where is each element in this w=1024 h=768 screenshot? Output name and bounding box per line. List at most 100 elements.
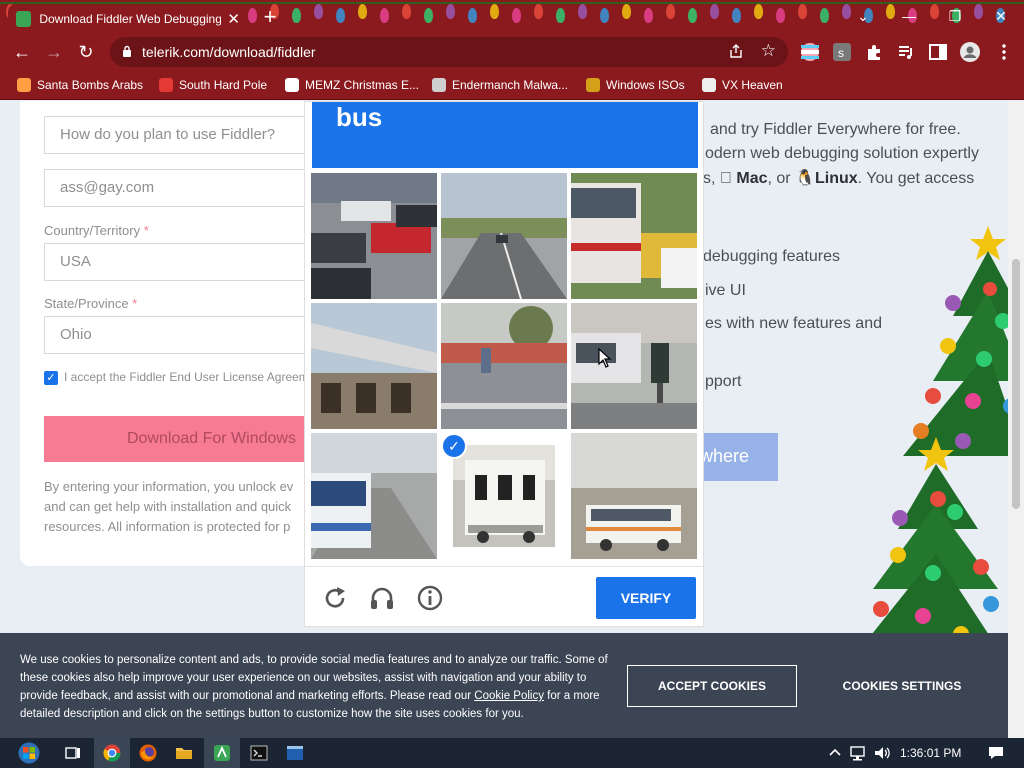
light-bulb-icon bbox=[424, 8, 433, 23]
show-hidden-icons-button[interactable] bbox=[826, 738, 844, 768]
light-bulb-icon bbox=[622, 4, 631, 19]
taskbar-firefox[interactable] bbox=[130, 738, 166, 768]
bookmark-endermanch[interactable]: Endermanch Malwa... bbox=[432, 76, 568, 94]
taskbar-clock[interactable]: 1:36:01 PM bbox=[900, 746, 961, 760]
tile-selected-check-icon: ✓ bbox=[441, 433, 467, 459]
bookmark-favicon-icon bbox=[432, 78, 446, 92]
light-bulb-icon bbox=[380, 8, 389, 23]
action-center-button[interactable] bbox=[978, 738, 1014, 768]
restore-button[interactable]: ❐ bbox=[932, 0, 978, 32]
scrollbar-thumb[interactable] bbox=[1012, 259, 1020, 509]
lock-icon[interactable] bbox=[122, 45, 132, 57]
bookmark-windows-isos[interactable]: Windows ISOs bbox=[586, 76, 685, 94]
profile-avatar-icon[interactable] bbox=[960, 42, 980, 62]
tab-title: Download Fiddler Web Debugging Proxy bbox=[39, 12, 222, 26]
browser-tab[interactable]: Download Fiddler Web Debugging Proxy ✕ bbox=[8, 4, 248, 34]
bookmark-vx-heaven[interactable]: VX Heaven bbox=[702, 76, 783, 94]
command-prompt-icon bbox=[250, 745, 268, 761]
extension-s-icon[interactable]: s bbox=[832, 42, 852, 62]
captcha-tile[interactable] bbox=[571, 303, 697, 429]
state-select[interactable]: Ohio bbox=[44, 316, 314, 354]
light-bulb-icon bbox=[490, 4, 499, 19]
light-bulb-icon bbox=[732, 8, 741, 23]
bookmark-favicon-icon bbox=[17, 78, 31, 92]
taskbar-chrome[interactable] bbox=[94, 738, 130, 768]
new-tab-button[interactable]: + bbox=[258, 6, 282, 30]
verify-button[interactable]: VERIFY bbox=[596, 577, 696, 619]
light-bulb-icon bbox=[402, 4, 411, 19]
bookmark-south-hard-pole[interactable]: South Hard Pole bbox=[159, 76, 267, 94]
start-button[interactable] bbox=[8, 738, 48, 768]
share-icon[interactable] bbox=[728, 43, 744, 59]
browser-menu-icon[interactable] bbox=[994, 42, 1014, 62]
reload-challenge-icon[interactable] bbox=[321, 584, 349, 612]
captcha-tile[interactable] bbox=[311, 433, 437, 559]
url-text[interactable]: telerik.com/download/fiddler bbox=[142, 44, 316, 60]
extension-flag-icon[interactable] bbox=[800, 42, 820, 62]
volume-button[interactable] bbox=[870, 738, 894, 768]
blue-window-icon bbox=[287, 746, 303, 760]
tab-search-button[interactable]: ⌄ bbox=[840, 0, 886, 32]
download-for-windows-button[interactable]: Download For Windows bbox=[44, 416, 314, 462]
captcha-tile[interactable] bbox=[311, 173, 437, 299]
apple-icon:  bbox=[720, 170, 732, 187]
captcha-tile[interactable] bbox=[571, 433, 697, 559]
light-bulb-icon bbox=[754, 4, 763, 19]
audio-challenge-headphones-icon[interactable] bbox=[368, 584, 396, 612]
bookmark-santa-bombs[interactable]: Santa Bombs Arabs bbox=[17, 76, 143, 94]
taskbar-app-window[interactable] bbox=[277, 738, 313, 768]
country-select[interactable]: USA bbox=[44, 243, 314, 281]
light-bulb-icon bbox=[666, 4, 675, 19]
light-bulb-icon bbox=[468, 8, 477, 23]
task-view-button[interactable] bbox=[55, 738, 91, 768]
back-button[interactable]: ← bbox=[8, 38, 36, 66]
close-window-button[interactable]: ✕ bbox=[978, 0, 1024, 32]
light-bulb-icon bbox=[248, 8, 257, 23]
promo-bullet: pport bbox=[705, 373, 742, 390]
minimize-button[interactable]: — bbox=[886, 0, 932, 32]
promo-line: and try Fiddler Everywhere for free. bbox=[710, 121, 961, 138]
state-label: State/Province * bbox=[44, 296, 138, 311]
light-bulb-icon bbox=[512, 8, 521, 23]
captcha-tile-selected[interactable]: ✓ bbox=[441, 433, 567, 559]
tab-close-icon[interactable]: ✕ bbox=[227, 10, 240, 28]
side-panel-icon[interactable] bbox=[928, 42, 948, 62]
captcha-tile[interactable] bbox=[441, 173, 567, 299]
cookie-policy-link[interactable]: Cookie Policy bbox=[474, 690, 544, 702]
captcha-tile[interactable] bbox=[571, 173, 697, 299]
accept-cookies-button[interactable]: ACCEPT COOKIES bbox=[627, 665, 797, 707]
taskbar-fiddler[interactable] bbox=[204, 738, 240, 768]
reload-button[interactable]: ↻ bbox=[72, 38, 100, 66]
bookmark-label: South Hard Pole bbox=[179, 78, 268, 92]
fiddler-app-icon bbox=[214, 745, 230, 761]
cookies-settings-button[interactable]: COOKIES SETTINGS bbox=[826, 665, 978, 707]
eula-checkbox[interactable]: ✓ bbox=[44, 371, 58, 385]
bookmark-memz[interactable]: MEMZ Christmas E... bbox=[285, 76, 419, 94]
email-field[interactable]: ass@gay.com bbox=[44, 169, 314, 207]
eula-label: I accept the Fiddler End User License Ag… bbox=[64, 370, 326, 384]
network-icon bbox=[850, 746, 865, 761]
captcha-target-word: bus bbox=[336, 102, 383, 132]
forward-button[interactable]: → bbox=[40, 38, 68, 66]
usage-input[interactable]: How do you plan to use Fiddler? bbox=[44, 116, 314, 154]
captcha-tile[interactable] bbox=[441, 303, 567, 429]
disclaimer-line: resources. All information is protected … bbox=[44, 519, 291, 534]
bookmark-label: MEMZ Christmas E... bbox=[305, 78, 420, 92]
captcha-tile[interactable] bbox=[311, 303, 437, 429]
bookmark-star-icon[interactable]: ☆ bbox=[761, 41, 776, 61]
bookmark-favicon-icon bbox=[159, 78, 173, 92]
network-button[interactable] bbox=[847, 738, 869, 768]
bookmark-label: Windows ISOs bbox=[606, 78, 685, 92]
address-bar[interactable]: telerik.com/download/fiddler ☆ bbox=[110, 37, 788, 67]
download-form-card: How do you plan to use Fiddler? ass@gay.… bbox=[20, 101, 325, 566]
media-queue-icon[interactable] bbox=[896, 42, 916, 62]
bookmark-label: VX Heaven bbox=[722, 78, 783, 92]
taskbar-file-explorer[interactable] bbox=[166, 738, 202, 768]
task-view-icon bbox=[65, 747, 80, 759]
light-bulb-icon bbox=[336, 8, 345, 23]
extensions-puzzle-icon[interactable] bbox=[864, 42, 884, 62]
page-scrollbar[interactable] bbox=[1008, 101, 1024, 738]
info-icon[interactable] bbox=[416, 584, 444, 612]
chrome-icon bbox=[103, 744, 121, 762]
taskbar-command-prompt[interactable] bbox=[241, 738, 277, 768]
